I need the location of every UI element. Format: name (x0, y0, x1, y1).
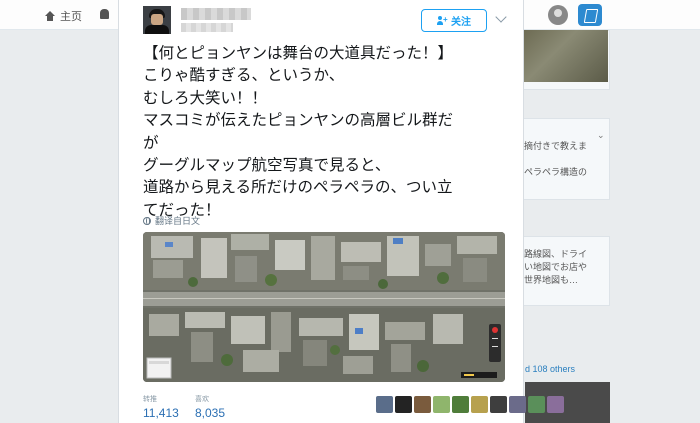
bg-map-thumbnail (522, 30, 608, 82)
translate-label: 翻译自日文 (155, 216, 201, 226)
tweet-text-line: が (143, 133, 159, 152)
liker-avatar[interactable] (395, 396, 412, 413)
chevron-down-icon[interactable] (495, 11, 507, 23)
liker-avatar[interactable] (528, 396, 545, 413)
liker-avatar[interactable] (490, 396, 507, 413)
bg-text-line: ペラペラ構造の (524, 167, 588, 177)
author-handle-redacted (181, 23, 233, 32)
bg-chevron-icon: ⌄ (597, 130, 605, 140)
aerial-photo-image (143, 232, 505, 382)
tweet-text-line: 道路から見える所だけのペラペラの、つい立 (143, 178, 453, 197)
translate-tweet-link[interactable]: 翻译自日文 (143, 214, 200, 227)
nav-home-label: 主页 (60, 11, 82, 23)
bg-ad-text: 世界地図も… (524, 275, 579, 285)
tweet-text-line: こりゃ酷すぎる、というか、 (143, 66, 345, 85)
home-icon (44, 11, 56, 21)
retweets-count: 11,413 (143, 406, 179, 420)
tweet-text: 【何とピョンヤンは舞台の大道具だった！】 こりゃ酷すぎる、というか、 むしろ大笑… (143, 42, 513, 221)
bg-others-link[interactable]: d 108 others (525, 364, 575, 374)
liker-avatar[interactable] (414, 396, 431, 413)
tweet-card: + 关注 【何とピョンヤンは舞台の大道具だった！】 こりゃ酷すぎる、というか、 … (118, 0, 564, 423)
tweet-text-line: マスコミが伝えたピョンヤンの高層ビル群だ (143, 111, 454, 130)
tweet-text-line: 【何とピョンヤンは舞台の大道具だった！】 (143, 44, 454, 62)
profile-avatar[interactable] (548, 5, 568, 25)
tweet-text-line: むしろ大笑い！！ (143, 88, 268, 107)
bg-ad-text: い地図でお店や (524, 262, 588, 272)
liker-avatar[interactable] (452, 396, 469, 413)
follow-button[interactable]: + 关注 (421, 9, 487, 32)
retweets-stat[interactable]: 转推 11,413 (143, 394, 179, 420)
author-avatar[interactable] (143, 6, 171, 34)
liker-avatar[interactable] (376, 396, 393, 413)
bg-tweet-panel (512, 118, 610, 200)
bg-ad-text: 路線図、ドライ (524, 249, 588, 259)
follow-user-icon: + (437, 16, 448, 25)
tweet-text-line: グーグルマップ航空写真で見ると、 (143, 156, 391, 175)
liker-avatar[interactable] (471, 396, 488, 413)
author-name-redacted (181, 8, 251, 20)
likes-stat[interactable]: 喜欢 8,035 (195, 394, 225, 420)
nav-home[interactable]: 主页 (44, 8, 82, 24)
compose-tweet-button[interactable] (578, 4, 602, 26)
follow-label: 关注 (451, 17, 471, 28)
tweet-media-aerial-photo[interactable] (143, 232, 505, 382)
liker-avatar[interactable] (433, 396, 450, 413)
liker-avatars (376, 396, 564, 413)
likes-label: 喜欢 (195, 396, 209, 403)
likes-count: 8,035 (195, 406, 226, 420)
liker-avatar[interactable] (509, 396, 526, 413)
notifications-icon[interactable] (100, 9, 109, 19)
retweets-label: 转推 (143, 396, 157, 403)
bg-text-line: 摘付きで教えま (524, 141, 588, 151)
globe-icon (143, 216, 151, 225)
liker-avatar[interactable] (547, 396, 564, 413)
